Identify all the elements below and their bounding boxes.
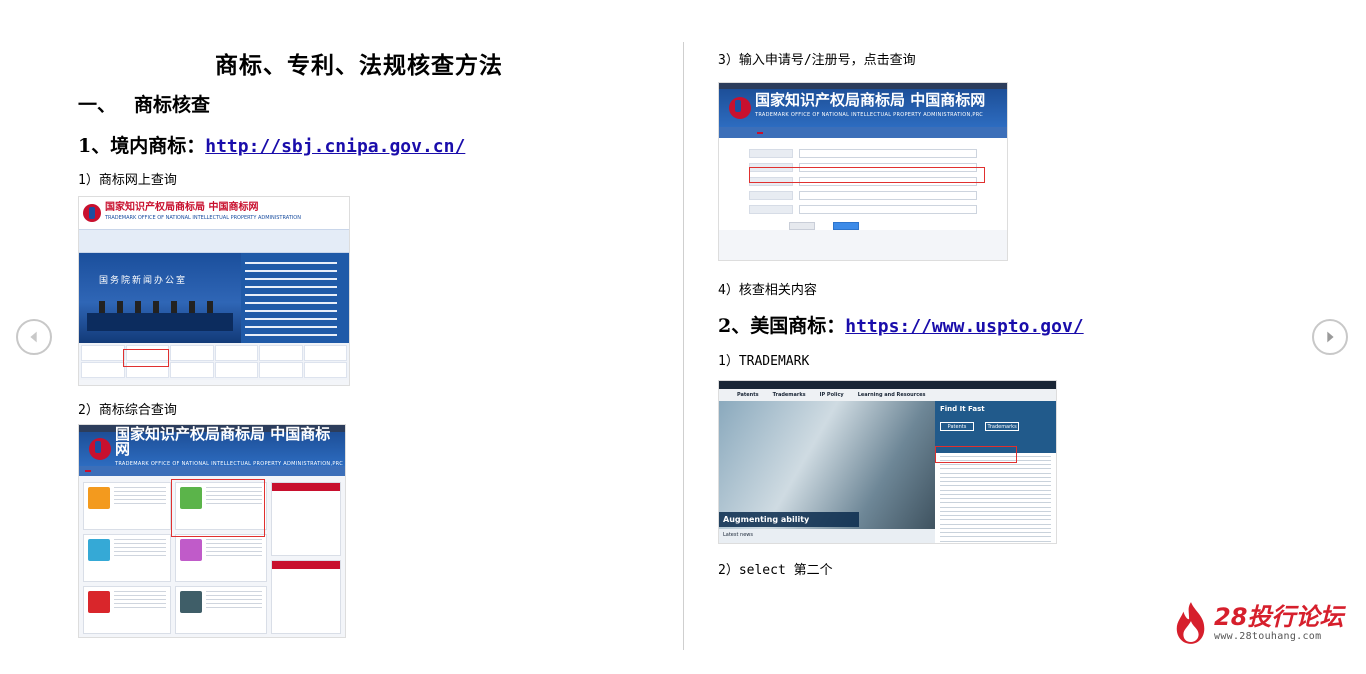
cnipa-logo-icon: [83, 204, 101, 222]
flame-icon: [1176, 602, 1205, 644]
screenshot-cnipa-query: 国家知识产权局商标局 中国商标网 TRADEMARK OFFICE OF NATI…: [78, 424, 346, 638]
highlight-box: [749, 167, 985, 183]
slide: 商标、专利、法规核查方法 一、 商标核查 1、境内商标：http://sbj.cn…: [0, 0, 1366, 674]
highlight-box: [171, 479, 265, 537]
query-form: [719, 138, 1007, 230]
cnipa-logo-text: 国家知识产权局商标局 中国商标网 TRADEMARK OFFICE OF NATI…: [105, 202, 301, 221]
us-heading: 2、美国商标：https://www.uspto.gov/: [718, 311, 1084, 338]
step-1: 1）商标网上查询: [78, 173, 177, 188]
cnipa-blue-menu: [719, 127, 1007, 138]
screenshot-uspto: Patents Trademarks IP Policy Learning and R…: [718, 380, 1057, 544]
cnipa-blue-header: 国家知识产权局商标局 中国商标网 TRADEMARK OFFICE OF NATI…: [719, 89, 1007, 127]
column-divider: [683, 42, 684, 650]
domestic-link[interactable]: http://sbj.cnipa.gov.cn/: [205, 136, 465, 157]
next-button[interactable]: [1312, 319, 1348, 355]
brand-name: 28投行论坛: [1214, 602, 1344, 631]
us-link[interactable]: https://www.uspto.gov/: [845, 316, 1083, 337]
brand-watermark: 28投行论坛 www.28touhang.com: [1172, 600, 1343, 646]
screenshot-cnipa-home: 国家知识产权局商标局 中国商标网 TRADEMARK OFFICE OF NATI…: [78, 196, 350, 386]
uspto-hero: Augmenting ability Latest news: [719, 401, 935, 543]
brand-url: www.28touhang.com: [1214, 630, 1322, 642]
cnipa-menu: [79, 229, 349, 253]
prev-button[interactable]: [16, 319, 52, 355]
step-4: 4）核查相关内容: [718, 283, 817, 298]
section-number: 一、: [78, 94, 117, 116]
screenshot-cnipa-form: 国家知识产权局商标局 中国商标网 TRADEMARK OFFICE OF NATI…: [718, 82, 1008, 261]
us-step-2: 2）select 第二个: [718, 563, 833, 578]
highlight-box: [123, 349, 169, 367]
news-list: [241, 253, 349, 343]
highlight-box: [935, 446, 1017, 463]
section-label: 商标核查: [134, 94, 211, 116]
next-arrow-icon: [1327, 331, 1334, 343]
us-label: 2、美国商标：: [718, 315, 846, 337]
cnipa-blue-header: 国家知识产权局商标局 中国商标网 TRADEMARK OFFICE OF NATI…: [79, 426, 345, 467]
cnipa-banner: 国务院新闻办公室: [79, 253, 349, 343]
uspto-find-panel: Find It Fast Patents Trademarks: [935, 401, 1056, 543]
cnipa-header: 国家知识产权局商标局 中国商标网 TRADEMARK OFFICE OF NATI…: [79, 197, 349, 229]
step-3: 3）输入申请号/注册号，点击查询: [718, 53, 916, 68]
domestic-label: 1、境内商标：: [78, 135, 206, 157]
section-heading: 一、 商标核查: [78, 90, 210, 117]
us-step-1: 1）TRADEMARK: [718, 354, 810, 369]
service-tiles: [79, 343, 349, 380]
cnipa-logo-icon: [729, 97, 751, 119]
domestic-heading: 1、境内商标：http://sbj.cnipa.gov.cn/: [78, 131, 465, 158]
prev-arrow-icon: [30, 331, 37, 343]
press-photo: 国务院新闻办公室: [79, 253, 241, 343]
page-title: 商标、专利、法规核查方法: [215, 52, 503, 79]
uspto-menu: Patents Trademarks IP Policy Learning and R…: [719, 389, 1056, 401]
step-2: 2）商标综合查询: [78, 403, 177, 418]
cnipa-logo-icon: [89, 438, 111, 460]
